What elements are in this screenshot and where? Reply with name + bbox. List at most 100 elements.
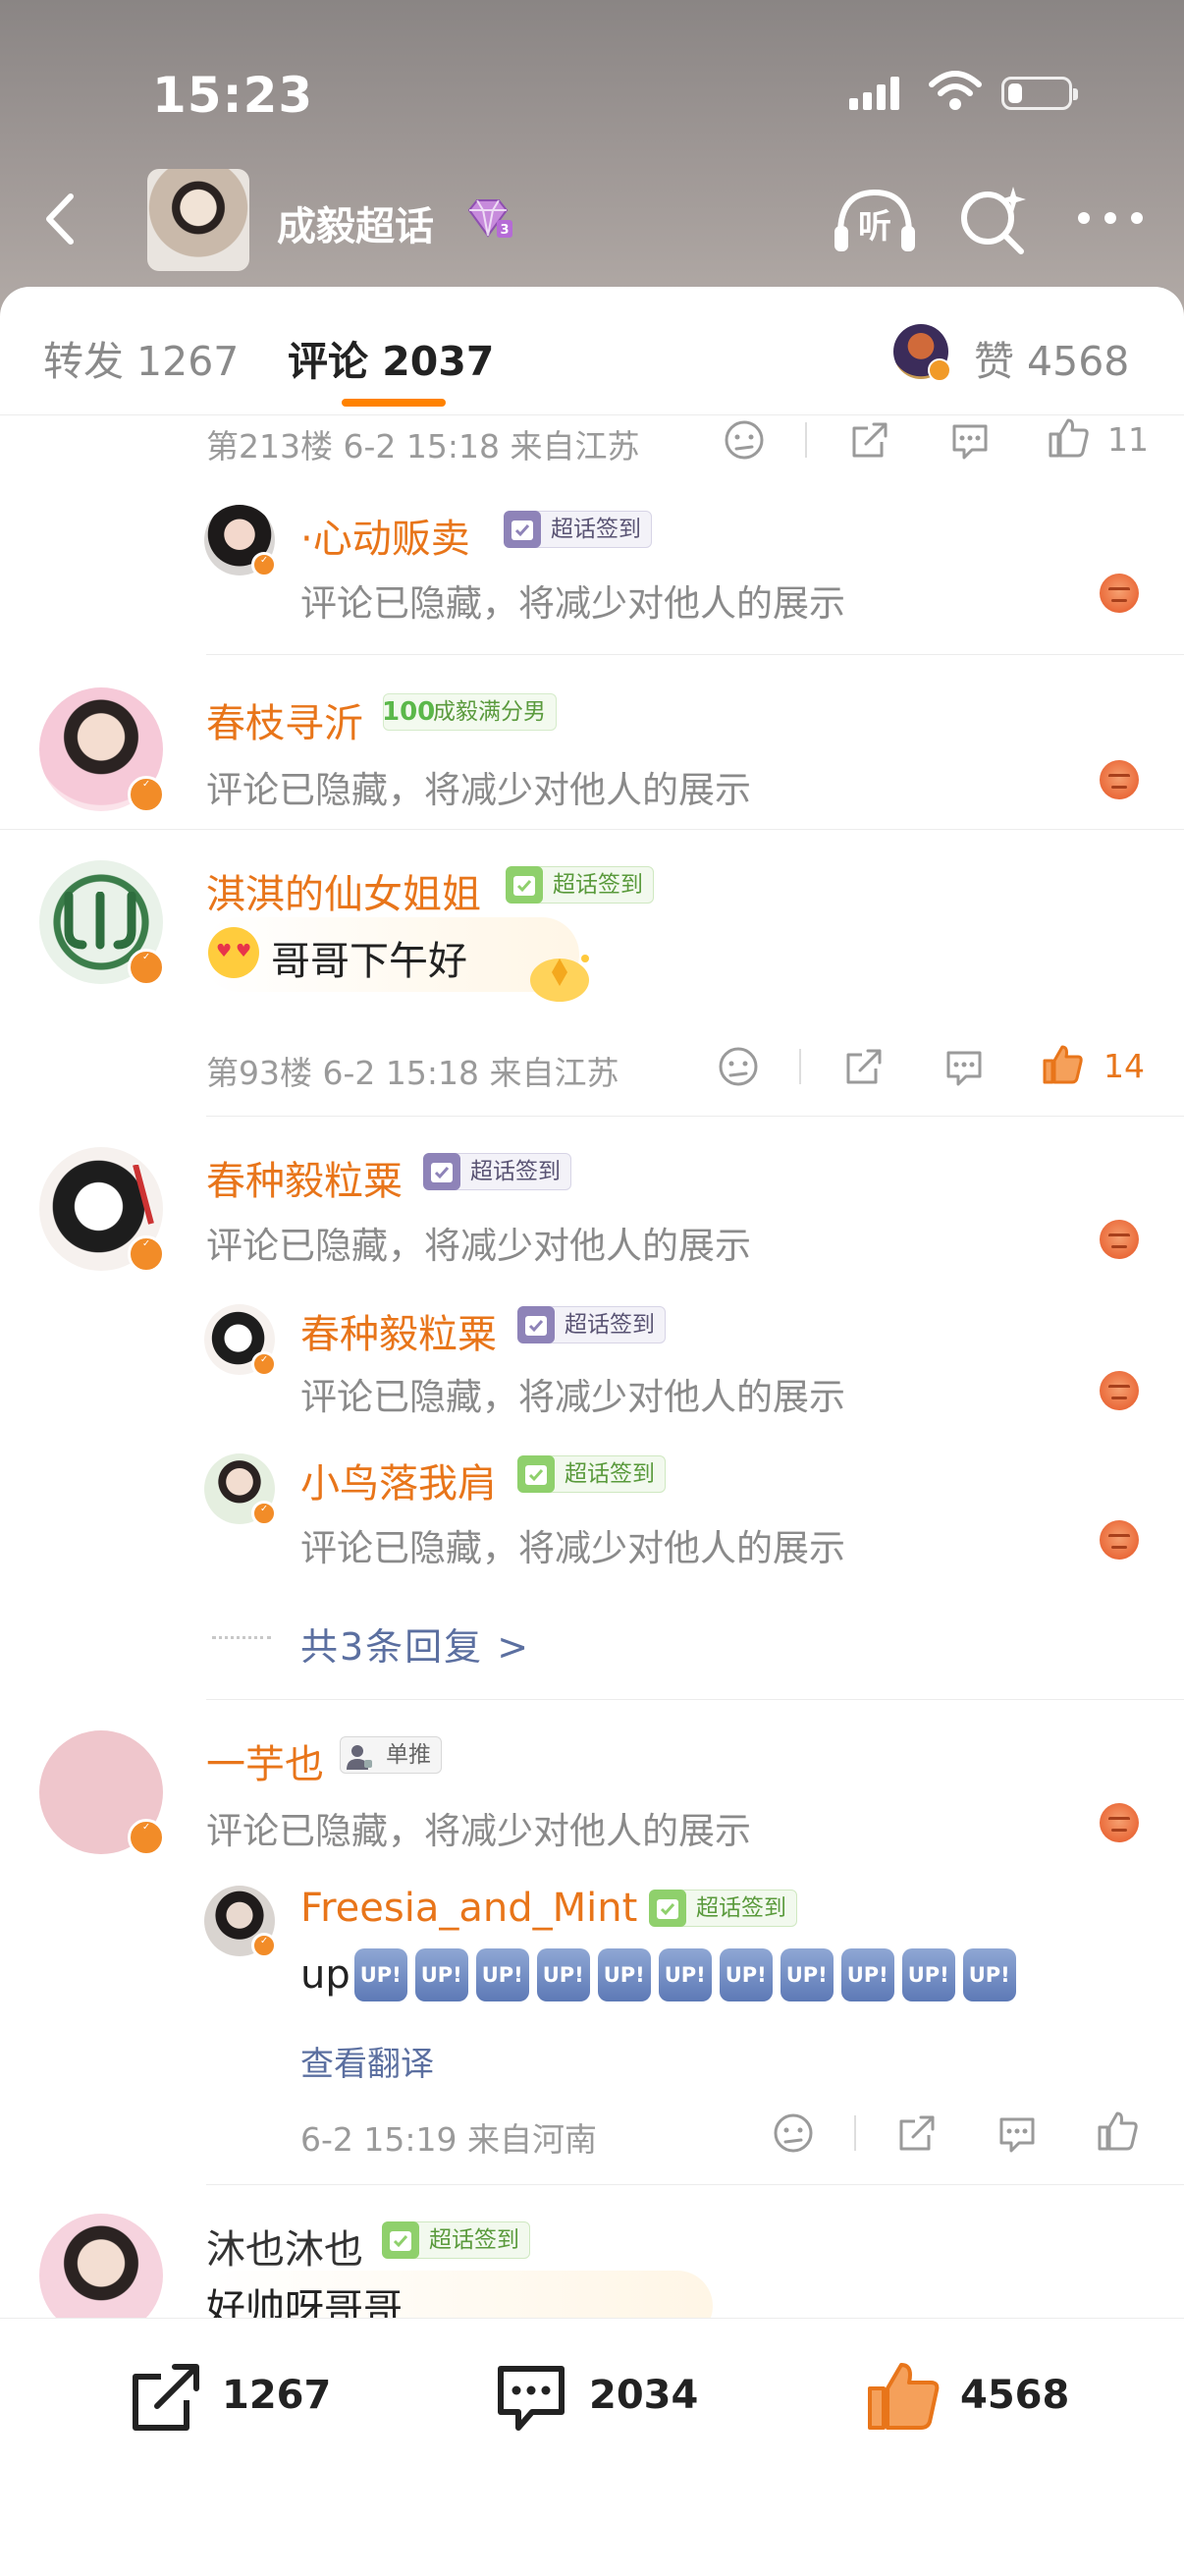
like-icon[interactable] xyxy=(1047,416,1090,460)
nickname[interactable]: 淇淇的仙女姐姐 xyxy=(206,862,481,919)
topic-avatar[interactable] xyxy=(147,169,249,271)
hidden-comment-text: 评论已隐藏，将减少对他人的展示 xyxy=(300,1376,845,1418)
ai-search-icon[interactable] xyxy=(956,183,1029,255)
hidden-comment-text: 评论已隐藏，将减少对他人的展示 xyxy=(300,582,845,625)
comment-meta: 6-2 15:19 来自河南 xyxy=(300,2120,597,2159)
angry-emoji-icon xyxy=(1100,1371,1139,1410)
badge[interactable]: 超话签到 xyxy=(649,1890,797,1927)
repost-icon[interactable] xyxy=(128,2359,204,2436)
avatar[interactable] xyxy=(39,1730,165,1856)
badge[interactable]: 单推 xyxy=(340,1736,442,1774)
nickname[interactable]: 小鸟落我肩 xyxy=(300,1452,497,1508)
badge[interactable]: 超话签到 xyxy=(382,2221,530,2259)
share-icon[interactable] xyxy=(895,2111,939,2155)
avatar[interactable] xyxy=(204,1886,277,1958)
gold-medal-icon xyxy=(530,955,589,1002)
comment-meta: 第93楼 6-2 15:18 来自江苏 xyxy=(206,1054,619,1092)
badge[interactable]: 100 成毅满分男 xyxy=(382,693,557,731)
badge[interactable]: 超话签到 xyxy=(517,1455,666,1493)
up-sticker: UP! xyxy=(597,1948,651,2001)
up-sticker: UP! xyxy=(414,1948,468,2001)
more-replies-link[interactable]: 共3条回复 > xyxy=(300,1617,530,1671)
like-count: 14 xyxy=(1103,1047,1145,1085)
badge[interactable]: 超话签到 xyxy=(504,511,652,548)
up-sticker: UP! xyxy=(962,1948,1016,2001)
angry-emoji-icon xyxy=(1100,760,1139,799)
nickname[interactable]: 沐也沐也 xyxy=(206,2218,363,2275)
like-icon-active[interactable] xyxy=(1041,1043,1084,1086)
comment-icon[interactable] xyxy=(996,2111,1039,2155)
badge[interactable]: 超话签到 xyxy=(517,1306,666,1343)
angry-emoji-icon xyxy=(1100,574,1139,613)
dislike-icon[interactable] xyxy=(717,1045,760,1088)
divider xyxy=(0,829,1184,830)
like-count[interactable]: 4568 xyxy=(960,2373,1069,2418)
gem-icon: 3 xyxy=(467,199,512,238)
up-sticker: UP! xyxy=(901,1948,955,2001)
share-icon[interactable] xyxy=(848,418,891,462)
badge-label: 超话签到 xyxy=(470,1159,561,1184)
nickname[interactable]: 春枝寻沂 xyxy=(206,691,363,748)
like-icon-active[interactable] xyxy=(864,2357,942,2436)
badge-label: 超话签到 xyxy=(565,1312,655,1338)
checkin-icon xyxy=(517,1455,555,1493)
badge[interactable]: 超话签到 xyxy=(423,1153,571,1190)
page-title[interactable]: 成毅超话 xyxy=(277,194,434,251)
comment-icon[interactable] xyxy=(942,1045,986,1088)
reply-content: up UP! UP! UP! UP! UP! UP! UP! UP! UP! UP! UP! xyxy=(300,1948,1024,2001)
repost-count[interactable]: 1267 xyxy=(222,2373,331,2418)
tab-likes[interactable]: 赞 4568 xyxy=(974,328,1129,387)
nickname[interactable]: ·心动贩卖 xyxy=(300,507,470,564)
up-sticker: UP! xyxy=(475,1948,529,2001)
avatar[interactable] xyxy=(39,687,165,813)
avatar[interactable] xyxy=(39,860,165,986)
hidden-comment-text: 评论已隐藏，将减少对他人的展示 xyxy=(206,1225,751,1267)
hundred-icon: 100 xyxy=(382,697,436,727)
tab-repost[interactable]: 转发 1267 xyxy=(43,328,239,387)
back-button[interactable] xyxy=(27,185,96,253)
more-icon[interactable] xyxy=(1076,210,1145,226)
like-icon[interactable] xyxy=(1096,2110,1139,2153)
listen-icon[interactable]: 听 xyxy=(831,183,919,255)
up-sticker: UP! xyxy=(536,1948,590,2001)
badge-label: 超话签到 xyxy=(565,1461,655,1487)
nickname[interactable]: 春种毅粒粟 xyxy=(300,1302,497,1359)
badge-label: 成毅满分男 xyxy=(433,699,546,725)
comment-icon[interactable] xyxy=(948,418,992,462)
person-icon xyxy=(339,1736,376,1774)
reply-dots xyxy=(212,1636,271,1639)
avatar[interactable] xyxy=(204,1304,277,1377)
signal-icon xyxy=(849,77,908,110)
action-divider xyxy=(799,1049,801,1084)
badge[interactable]: 超话签到 xyxy=(506,866,654,904)
hidden-comment-text: 评论已隐藏，将减少对他人的展示 xyxy=(206,1810,751,1852)
liker-avatar[interactable] xyxy=(893,324,951,382)
translate-link[interactable]: 查看翻译 xyxy=(300,2037,434,2085)
like-count: 11 xyxy=(1107,420,1149,459)
tab-comments[interactable]: 评论 2037 xyxy=(288,328,494,387)
avatar[interactable] xyxy=(204,505,277,577)
nickname[interactable]: Freesia_and_Mint xyxy=(300,1886,637,1931)
share-icon[interactable] xyxy=(842,1045,886,1088)
badge-label: 超话签到 xyxy=(553,872,643,898)
up-sticker: UP! xyxy=(719,1948,773,2001)
nickname[interactable]: 春种毅粒粟 xyxy=(206,1149,403,1206)
comment-icon[interactable] xyxy=(493,2359,569,2436)
checkin-icon xyxy=(506,866,543,904)
dislike-icon[interactable] xyxy=(723,418,766,462)
header-background xyxy=(0,0,1184,324)
avatar[interactable] xyxy=(39,1147,165,1273)
reply-text: up xyxy=(300,1952,350,1998)
checkin-icon xyxy=(649,1890,686,1927)
nickname[interactable]: 一芋也 xyxy=(206,1732,324,1789)
comment-count[interactable]: 2034 xyxy=(589,2373,698,2418)
up-sticker: UP! xyxy=(658,1948,712,2001)
avatar[interactable] xyxy=(204,1453,277,1526)
dislike-icon[interactable] xyxy=(772,2111,815,2155)
divider xyxy=(206,654,1184,655)
badge-label: 超话签到 xyxy=(696,1895,786,1921)
action-divider xyxy=(805,422,807,458)
svg-text:听: 听 xyxy=(858,207,891,247)
status-time: 15:23 xyxy=(152,67,314,124)
divider xyxy=(206,1116,1184,1117)
